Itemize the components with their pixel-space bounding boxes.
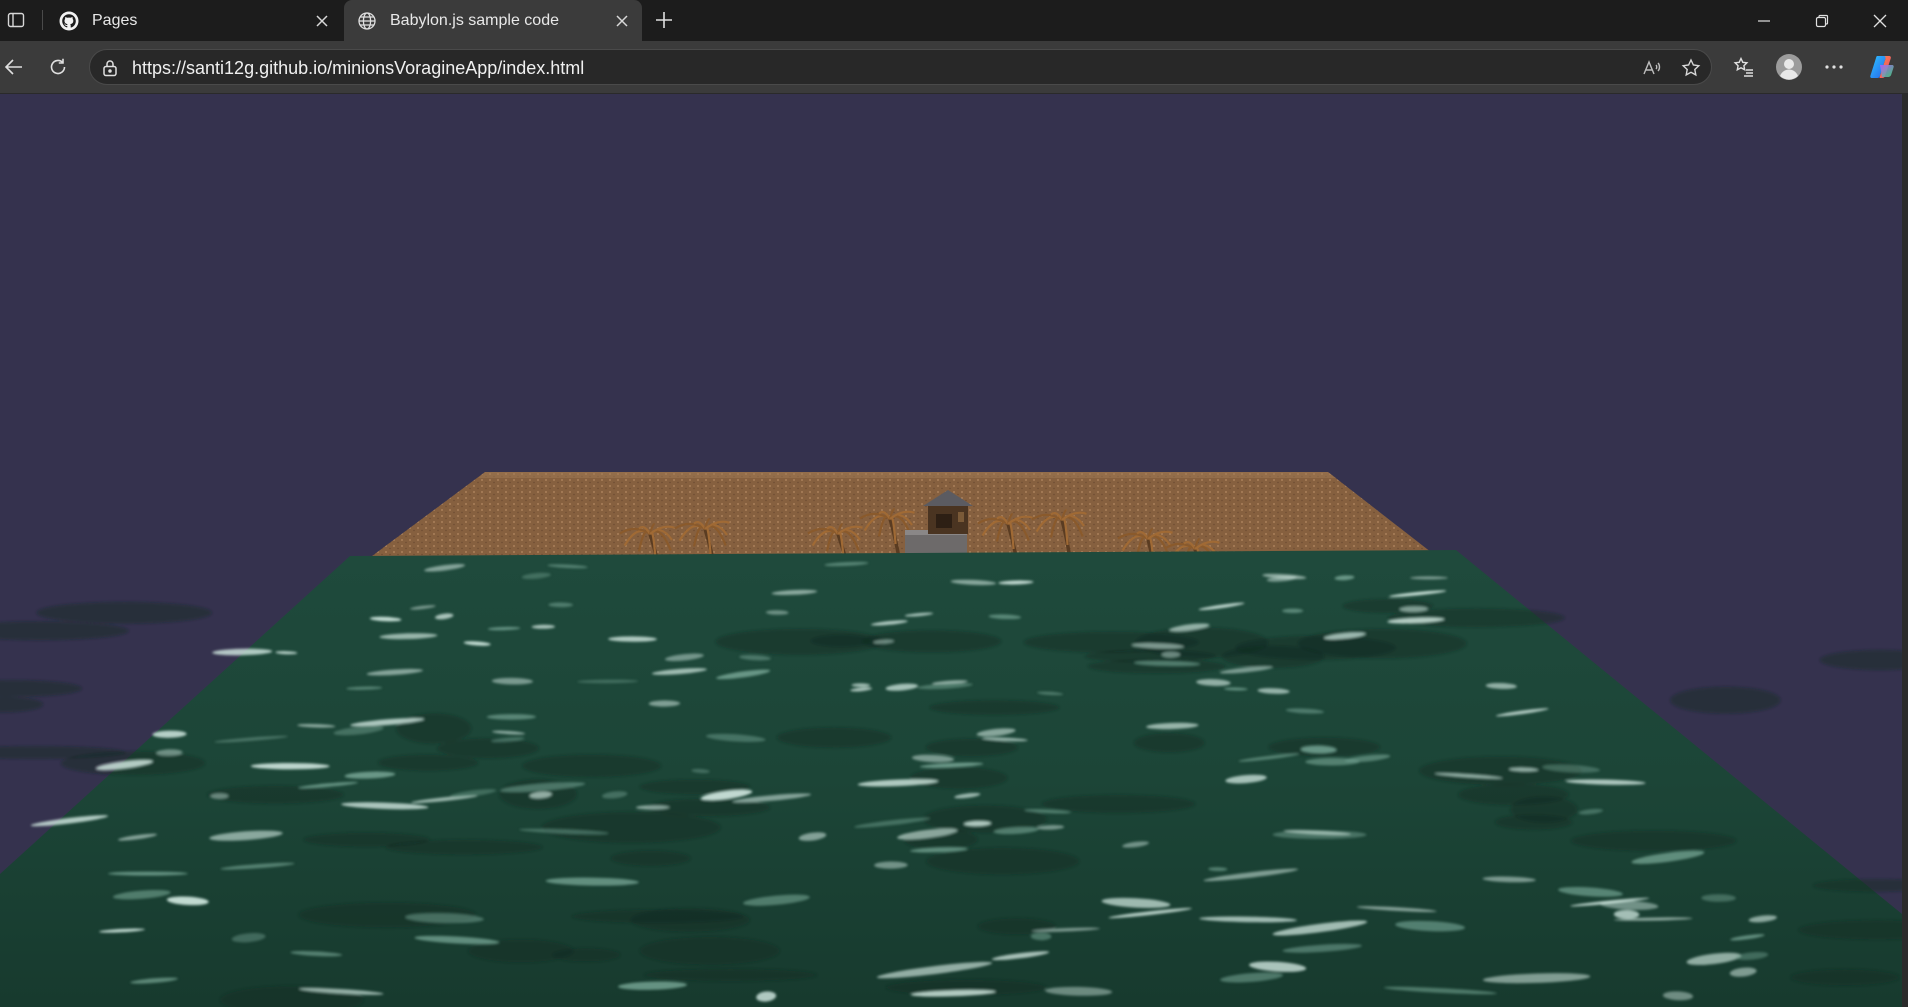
back-arrow-icon: [4, 59, 22, 75]
plus-icon: [656, 12, 672, 28]
page-scrollbar[interactable]: [1902, 94, 1908, 1007]
tab-actions-icon: [7, 12, 25, 28]
copilot-icon: [1870, 56, 1894, 78]
favorite-star-icon[interactable]: [1677, 54, 1705, 82]
browser-toolbar: https://santi12g.github.io/minionsVoragi…: [0, 41, 1908, 94]
tab-title: Babylon.js sample code: [390, 11, 559, 29]
close-tab-icon[interactable]: [308, 7, 336, 35]
avatar-icon: [1776, 54, 1802, 80]
babylon-canvas[interactable]: [0, 94, 1902, 1007]
close-tab-icon[interactable]: [608, 7, 636, 35]
minimize-icon: [1758, 19, 1770, 22]
close-window-button[interactable]: [1852, 0, 1908, 41]
tab-actions-button[interactable]: [2, 6, 30, 34]
read-aloud-icon[interactable]: [1638, 54, 1666, 82]
copilot-button[interactable]: [1866, 51, 1898, 83]
lock-icon[interactable]: [100, 58, 120, 78]
scene-render: [0, 94, 1902, 1007]
globe-icon: [356, 10, 378, 32]
url-text[interactable]: https://santi12g.github.io/minionsVoragi…: [132, 58, 584, 79]
refresh-button[interactable]: [42, 51, 74, 83]
more-dots-icon: [1825, 65, 1843, 69]
tab-strip: Pages Babylon.js sample code: [0, 0, 1908, 41]
tab-pages[interactable]: Pages: [46, 0, 342, 41]
minimize-button[interactable]: [1736, 0, 1792, 41]
sand-island: [372, 472, 1436, 556]
back-button[interactable]: [0, 51, 30, 83]
refresh-icon: [50, 58, 66, 75]
restore-icon: [1815, 14, 1829, 27]
favorites-button[interactable]: [1728, 51, 1760, 83]
new-tab-button[interactable]: [650, 6, 678, 34]
close-icon: [1873, 14, 1887, 27]
restore-button[interactable]: [1794, 0, 1850, 41]
profile-button[interactable]: [1773, 51, 1805, 83]
favorites-list-icon: [1733, 56, 1753, 77]
address-bar[interactable]: https://santi12g.github.io/minionsVoragi…: [89, 49, 1712, 85]
tab-title: Pages: [92, 11, 138, 29]
github-icon: [58, 10, 80, 32]
settings-menu-button[interactable]: [1818, 51, 1850, 83]
tab-babylon[interactable]: Babylon.js sample code: [344, 0, 642, 41]
tab-separator: [42, 10, 43, 30]
